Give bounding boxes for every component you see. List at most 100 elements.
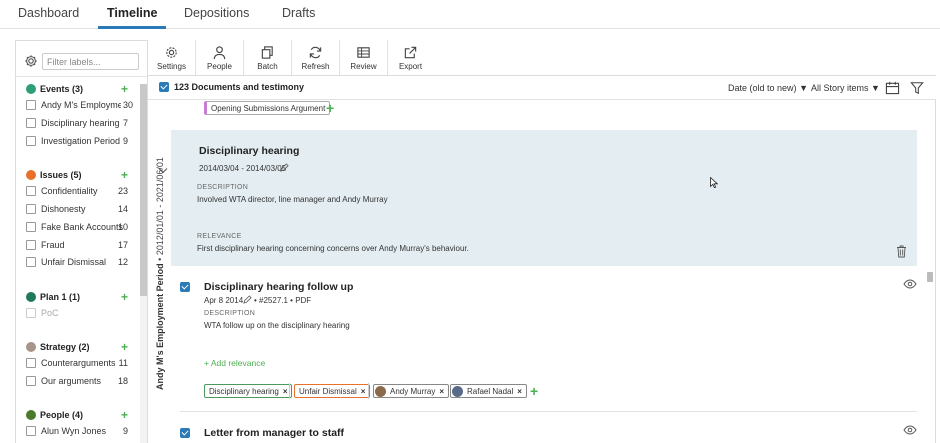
label-item[interactable]: Dishonesty (26, 204, 151, 214)
label-count: 12 (117, 257, 128, 267)
label-item[interactable]: Confidentiality (26, 186, 151, 196)
document-meta: • #2527.1 • PDF (254, 296, 312, 305)
gear-icon (166, 47, 177, 58)
remove-chip-icon[interactable]: × (439, 387, 444, 396)
pencil-icon[interactable] (280, 163, 289, 172)
relevance-caption: RELEVANCE (197, 233, 242, 240)
settings-button[interactable]: Settings (148, 40, 196, 76)
label-chip[interactable]: Opening Submissions Argument (204, 101, 331, 115)
trash-icon[interactable] (896, 245, 907, 258)
story-filter-dropdown[interactable]: All Story items ▼ (811, 83, 880, 93)
avatar (375, 385, 386, 397)
remove-chip-icon[interactable]: × (517, 387, 522, 396)
label-checkbox[interactable] (26, 376, 36, 386)
label-chip[interactable]: Unfair Dismissal × (294, 384, 371, 398)
label-checkbox[interactable] (26, 426, 36, 436)
chip-separator (289, 383, 290, 399)
top-nav: Dashboard Timeline Depositions Drafts (0, 0, 940, 29)
label-group-issues[interactable]: Issues (5) (26, 170, 82, 180)
add-label-button[interactable]: + (530, 383, 538, 399)
table-icon (357, 47, 370, 58)
add-relevance-link[interactable]: + Add relevance (204, 358, 265, 368)
label-group-events[interactable]: Events (3) (26, 84, 83, 94)
divider (15, 76, 147, 77)
group-color-dot (26, 342, 36, 352)
remove-chip-icon[interactable]: × (361, 387, 366, 396)
add-event-label-button[interactable]: + (121, 83, 128, 95)
remove-chip-icon[interactable]: × (283, 387, 288, 396)
review-button[interactable]: Review (340, 40, 388, 76)
event-description: Involved WTA director, line manager and … (197, 195, 388, 204)
document-title[interactable]: Letter from manager to staff (204, 427, 344, 439)
label-item[interactable]: Alun Wyn Jones (26, 426, 151, 436)
export-icon (404, 46, 417, 59)
label-filter-input[interactable] (42, 53, 139, 70)
label-checkbox[interactable] (26, 186, 36, 196)
refresh-button[interactable]: Refresh (292, 40, 340, 76)
label-count: 7 (122, 118, 128, 128)
label-checkbox[interactable] (26, 204, 36, 214)
label-count: 9 (122, 136, 128, 146)
event-title: Disciplinary hearing (199, 145, 300, 157)
person-chip[interactable]: Rafael Nadal × (450, 384, 527, 398)
label-item[interactable]: Disciplinary hearing (26, 118, 151, 128)
label-count: 18 (117, 376, 128, 386)
document-checkbox[interactable] (180, 428, 190, 438)
label-checkbox[interactable] (26, 118, 36, 128)
label-item[interactable]: PoC (26, 308, 151, 318)
label-group-people[interactable]: People (4) (26, 410, 83, 420)
timeline-scroll-thumb[interactable] (927, 272, 933, 282)
label-item[interactable]: Unfair Dismissal (26, 257, 151, 267)
batch-button[interactable]: Batch (244, 40, 292, 76)
label-item[interactable]: Our arguments (26, 376, 151, 386)
label-item[interactable]: Fake Bank Accounts (26, 222, 151, 232)
label-count: 23 (117, 186, 128, 196)
label-group-strategy[interactable]: Strategy (2) (26, 342, 90, 352)
people-button[interactable]: People (196, 40, 244, 76)
avatar (452, 385, 463, 397)
label-checkbox[interactable] (26, 240, 36, 250)
calendar-icon[interactable] (885, 81, 900, 95)
chevron-down-icon[interactable] (158, 167, 168, 175)
add-issue-label-button[interactable]: + (121, 169, 128, 181)
label-checkbox[interactable] (26, 222, 36, 232)
document-checkbox[interactable] (180, 282, 190, 292)
eye-icon[interactable] (903, 425, 917, 435)
tab-dashboard[interactable]: Dashboard (18, 6, 79, 20)
label-group-plan[interactable]: Plan 1 (1) (26, 292, 80, 302)
gear-icon[interactable] (24, 54, 38, 68)
document-title[interactable]: Disciplinary hearing follow up (204, 281, 353, 293)
label-count: 14 (117, 204, 128, 214)
event-dates: 2014/03/04 - 2014/03/05 (199, 164, 287, 173)
tab-timeline[interactable]: Timeline (107, 6, 157, 20)
tab-drafts[interactable]: Drafts (282, 6, 315, 20)
label-count: 30 (122, 100, 133, 110)
add-plan-label-button[interactable]: + (121, 291, 128, 303)
label-chip[interactable]: Disciplinary hearing × (204, 384, 293, 398)
group-color-dot (26, 170, 36, 180)
label-checkbox[interactable] (26, 308, 36, 318)
add-people-label-button[interactable]: + (121, 409, 128, 421)
label-item[interactable]: Counterarguments (26, 358, 151, 368)
pencil-icon[interactable] (243, 295, 252, 304)
label-item[interactable]: Investigation Period (26, 136, 151, 146)
filter-icon[interactable] (910, 81, 924, 95)
eye-icon[interactable] (903, 279, 917, 289)
documents-header: 123 Documents and testimony Date (old to… (148, 76, 936, 100)
period-label[interactable]: Andy M's Employment Period • 2012/01/01 … (155, 157, 165, 390)
person-chip[interactable]: Andy Murray × (373, 384, 450, 398)
sort-dropdown[interactable]: Date (old to new) ▼ (728, 83, 808, 93)
export-button[interactable]: Export (388, 40, 433, 76)
label-checkbox[interactable] (26, 100, 36, 110)
document-date: Apr 8 2014 (204, 296, 244, 305)
caret-down-icon: ▼ (799, 83, 808, 93)
label-checkbox[interactable] (26, 257, 36, 267)
label-checkbox[interactable] (26, 136, 36, 146)
select-all-checkbox[interactable] (159, 82, 169, 92)
add-label-button[interactable]: + (326, 100, 334, 116)
label-checkbox[interactable] (26, 358, 36, 368)
tab-depositions[interactable]: Depositions (184, 6, 249, 20)
add-strategy-label-button[interactable]: + (121, 341, 128, 353)
label-item[interactable]: Fraud (26, 240, 151, 250)
timeline-scrollbar[interactable] (926, 100, 934, 443)
